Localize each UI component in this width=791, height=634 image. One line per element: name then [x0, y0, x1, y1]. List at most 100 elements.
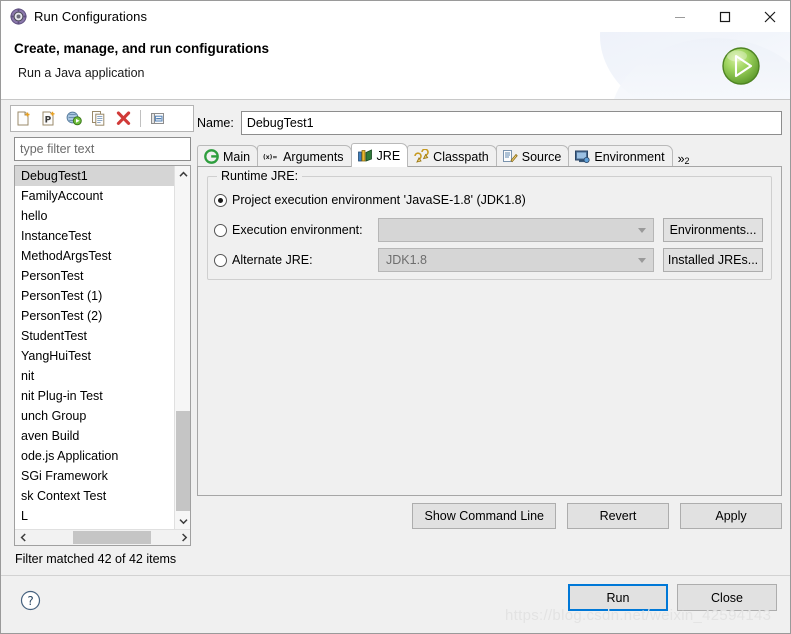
option-execution-environment[interactable]: Execution environment: — [214, 219, 363, 241]
tab-label: Arguments — [283, 149, 344, 164]
list-item[interactable]: aven Build — [15, 426, 175, 446]
minimize-button[interactable] — [657, 1, 702, 32]
scroll-down-icon[interactable] — [175, 513, 190, 530]
list-item[interactable]: sk Context Test — [15, 486, 175, 506]
revert-label: Revert — [599, 509, 637, 523]
name-input[interactable]: DebugTest1 — [240, 111, 782, 135]
list-item[interactable]: PersonTest — [15, 266, 175, 286]
tab-overflow-chevrons: » — [677, 152, 685, 166]
list-horizontal-scrollbar[interactable] — [15, 529, 190, 545]
radio-execution-environment[interactable] — [214, 223, 227, 237]
environment-tab-icon — [574, 149, 590, 165]
list-item[interactable]: ode.js Application — [15, 446, 175, 466]
scroll-left-icon[interactable] — [15, 530, 31, 545]
option-label-alternate-jre: Alternate JRE: — [232, 253, 313, 267]
collapse-all-icon[interactable] — [145, 106, 170, 131]
window-controls — [657, 1, 790, 32]
maximize-button[interactable] — [702, 1, 747, 32]
list-item[interactable]: StudentTest — [15, 326, 175, 346]
list-item[interactable]: PersonTest (1) — [15, 286, 175, 306]
runtime-jre-label: Runtime JRE: — [217, 169, 303, 183]
option-alternate-jre[interactable]: Alternate JRE: — [214, 249, 313, 271]
svg-text:(x)=: (x)= — [263, 154, 277, 161]
new-config-icon[interactable] — [11, 106, 36, 131]
list-item[interactable]: YangHuiTest — [15, 346, 175, 366]
tab-main[interactable]: Main — [197, 145, 259, 167]
toolbar-separator — [140, 110, 141, 127]
alternate-jre-value: JDK1.8 — [386, 253, 427, 267]
duplicate-icon[interactable] — [86, 106, 111, 131]
main-tab-icon — [203, 149, 219, 165]
footer-buttons: Run Close — [568, 584, 777, 611]
vertical-scroll-thumb[interactable] — [176, 411, 190, 511]
apply-button[interactable]: Apply — [680, 503, 782, 529]
tab-classpath[interactable]: Classpath — [407, 145, 497, 167]
banner-subtitle: Run a Java application — [18, 66, 145, 80]
close-icon — [764, 11, 775, 22]
configurations-tree[interactable]: DebugTest1 FamilyAccount hello InstanceTest… — [14, 165, 191, 546]
option-label-project-execution-environment: Project execution environment 'JavaSE-1.… — [232, 193, 526, 207]
run-configurations-dialog: Run Configurations Create, manage, and r… — [0, 0, 791, 634]
filter-placeholder: type filter text — [20, 142, 95, 156]
scroll-right-icon[interactable] — [176, 530, 190, 545]
maximize-icon — [719, 11, 730, 22]
new-launch-group-icon[interactable] — [61, 106, 86, 131]
close-button[interactable] — [747, 1, 790, 32]
tab-arguments[interactable]: (x)= Arguments — [257, 145, 352, 167]
filter-input[interactable]: type filter text — [14, 137, 191, 161]
dialog-body: P type filter text DebugTest1 FamilyAcco… — [1, 101, 790, 575]
arguments-tab-icon: (x)= — [263, 149, 279, 165]
configurations-toolbar: P — [10, 105, 194, 132]
run-button[interactable]: Run — [568, 584, 668, 611]
banner-title: Create, manage, and run configurations — [14, 41, 270, 56]
list-item[interactable]: FamilyAccount — [15, 186, 175, 206]
installed-jres-button[interactable]: Installed JREs... — [663, 248, 763, 272]
editor-action-buttons: Show Command Line Revert Apply — [197, 503, 782, 529]
radio-alternate-jre[interactable] — [214, 253, 227, 267]
horizontal-scroll-thumb[interactable] — [73, 531, 151, 544]
configurations-panel: P type filter text DebugTest1 FamilyAcco… — [10, 105, 194, 566]
jre-tab-icon — [357, 148, 373, 164]
list-item[interactable]: PersonTest (2) — [15, 306, 175, 326]
help-question-icon[interactable]: ? — [20, 590, 41, 611]
revert-button[interactable]: Revert — [567, 503, 669, 529]
environments-button[interactable]: Environments... — [663, 218, 763, 242]
dialog-banner: Create, manage, and run configurations R… — [1, 32, 790, 100]
option-project-execution-environment[interactable]: Project execution environment 'JavaSE-1.… — [214, 189, 526, 211]
close-dialog-button[interactable]: Close — [677, 584, 777, 611]
configurations-list[interactable]: DebugTest1 FamilyAccount hello InstanceTest… — [15, 166, 175, 530]
list-item[interactable]: L — [15, 506, 175, 526]
list-item[interactable]: unch Group — [15, 406, 175, 426]
apply-label: Apply — [715, 509, 747, 523]
list-vertical-scrollbar[interactable] — [174, 166, 190, 530]
close-button-label: Close — [711, 590, 743, 605]
radio-project-execution-environment[interactable] — [214, 193, 227, 207]
configuration-editor: Name: DebugTest1 Main (x)= Arguments JRE Cla… — [197, 105, 782, 565]
tab-source[interactable]: Source — [495, 145, 570, 167]
show-command-line-button[interactable]: Show Command Line — [412, 503, 556, 529]
list-item[interactable]: MethodArgsTest — [15, 246, 175, 266]
list-item[interactable]: SGi Framework — [15, 466, 175, 486]
tab-environment[interactable]: Environment — [568, 145, 673, 167]
tab-overflow-indicator[interactable]: » 2 — [672, 145, 694, 167]
environments-button-label: Environments... — [669, 223, 757, 237]
tab-jre[interactable]: JRE — [350, 143, 409, 167]
delete-x-icon[interactable] — [111, 106, 136, 131]
name-row: Name: DebugTest1 — [197, 111, 782, 135]
list-item[interactable]: InstanceTest — [15, 226, 175, 246]
tab-label: Source — [521, 149, 562, 164]
list-item[interactable]: DebugTest1 — [15, 166, 175, 186]
chevron-down-icon — [638, 228, 646, 233]
tab-label: Classpath — [433, 149, 489, 164]
alternate-jre-combo[interactable]: JDK1.8 — [378, 248, 654, 272]
installed-jres-button-label: Installed JREs... — [667, 253, 759, 267]
list-item[interactable]: nit Plug-in Test — [15, 386, 175, 406]
execution-environment-combo[interactable] — [378, 218, 654, 242]
window-title: Run Configurations — [34, 9, 148, 24]
list-item[interactable]: hello — [15, 206, 175, 226]
tab-label: Environment — [594, 149, 665, 164]
list-item[interactable]: nit — [15, 366, 175, 386]
tab-label: Main — [223, 149, 251, 164]
new-prototype-icon[interactable]: P — [36, 106, 61, 131]
scroll-up-icon[interactable] — [175, 166, 190, 183]
